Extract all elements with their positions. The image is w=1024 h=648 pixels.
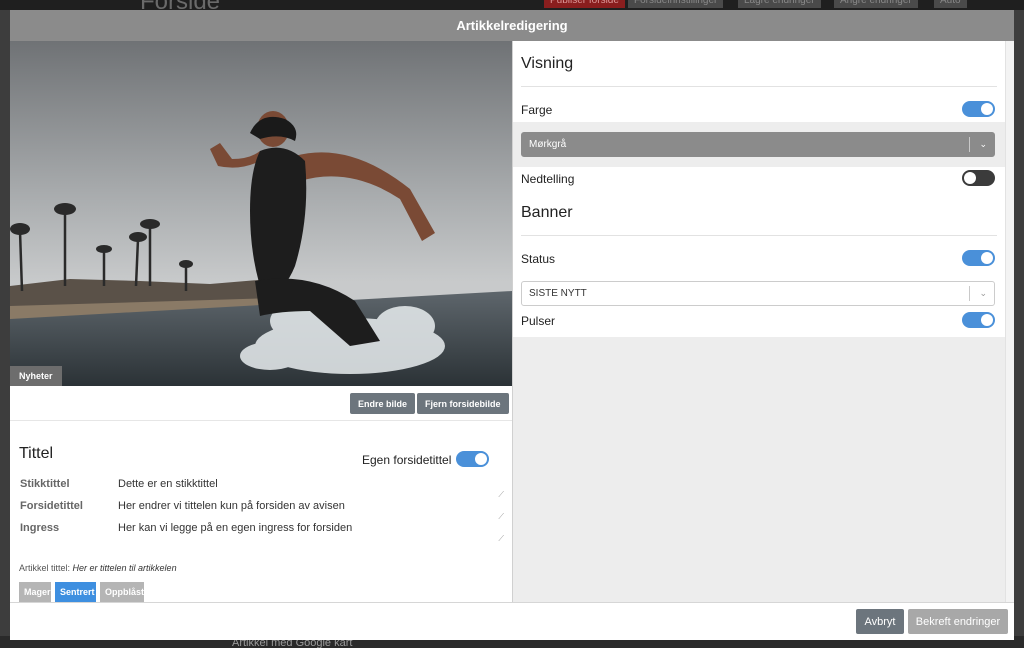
- background-save-button: Lagre endringer: [738, 0, 821, 8]
- kicker-field-row: Stikktittel Dette er en stikktittel ⟋: [19, 478, 504, 500]
- divider: [521, 235, 997, 236]
- settings-panel: Visning Farge Mørkgrå ⌄ Nedtelling Banne…: [513, 41, 1005, 337]
- style-oppblast-button[interactable]: Oppblåst: [100, 582, 144, 602]
- own-front-title-toggle[interactable]: [456, 451, 489, 467]
- own-front-title-label: Egen forsidetittel: [362, 453, 452, 467]
- background-toolbar: Forside Publiser forside Forsideinnstill…: [0, 0, 1024, 10]
- status-toggle[interactable]: [962, 250, 995, 266]
- article-title-value: Her er tittelen til artikkelen: [72, 563, 177, 573]
- style-sentrert-button[interactable]: Sentrert: [55, 582, 96, 602]
- ingress-label: Ingress: [20, 522, 60, 534]
- ingress-field-row: Ingress Her kan vi legge på en egen ingr…: [19, 522, 504, 544]
- left-column: Nyheter Endre bilde Fjern forsidebilde T…: [10, 41, 513, 602]
- visning-heading: Visning: [521, 55, 574, 72]
- confirm-changes-button[interactable]: Bekreft endringer: [908, 609, 1008, 634]
- background-undo-button: Angre endringer: [834, 0, 918, 8]
- farge-select-value: Mørkgrå: [529, 139, 567, 150]
- front-title-field-row: Forsidetittel Her endrer vi tittelen kun…: [19, 500, 504, 522]
- pulser-toggle[interactable]: [962, 312, 995, 328]
- front-title-label: Forsidetittel: [20, 500, 83, 512]
- resize-handle-icon[interactable]: ⟋: [498, 512, 504, 522]
- background-page-title: Forside: [140, 0, 220, 10]
- image-actions: Endre bilde Fjern forsidebilde: [10, 386, 512, 421]
- nedtelling-toggle[interactable]: [962, 170, 995, 186]
- background-settings-button: Forsideinnstillinger: [628, 0, 724, 8]
- nedtelling-label: Nedtelling: [521, 172, 575, 186]
- title-heading: Tittel: [19, 445, 54, 462]
- banner-heading: Banner: [521, 204, 573, 221]
- chevron-down-icon: ⌄: [979, 288, 987, 298]
- category-label: Nyheter: [10, 366, 62, 386]
- select-separator: [969, 286, 970, 301]
- cancel-button[interactable]: Avbryt: [856, 609, 904, 634]
- article-image: Nyheter: [10, 41, 512, 386]
- pulser-label: Pulser: [521, 314, 556, 328]
- article-editor-modal: Artikkelredigering Nyheter Endre bilde F…: [10, 10, 1014, 640]
- farge-toggle[interactable]: [962, 101, 995, 117]
- ingress-input[interactable]: Her kan vi legge på en egen ingress for …: [118, 522, 352, 534]
- style-mager-button[interactable]: Mager: [19, 582, 51, 602]
- kicker-input[interactable]: Dette er en stikktittel: [118, 478, 218, 490]
- front-title-input[interactable]: Her endrer vi tittelen kun på forsiden a…: [118, 500, 345, 512]
- modal-footer: Avbryt Bekreft endringer: [10, 602, 1014, 640]
- kicker-label: Stikktittel: [20, 478, 70, 490]
- resize-handle-icon[interactable]: ⟋: [498, 490, 504, 500]
- swimmer-photo: [10, 41, 512, 386]
- remove-front-image-button[interactable]: Fjern forsidebilde: [417, 393, 509, 414]
- resize-handle-icon[interactable]: ⟋: [498, 534, 504, 544]
- change-image-button[interactable]: Endre bilde: [350, 393, 416, 414]
- farge-label: Farge: [521, 103, 553, 117]
- chevron-down-icon: ⌄: [979, 139, 987, 149]
- modal-title: Artikkelredigering: [10, 10, 1014, 41]
- scrollbar[interactable]: [1005, 41, 1014, 602]
- article-title-info: Artikkel tittel: Her er tittelen til art…: [19, 563, 177, 573]
- status-select[interactable]: SISTE NYTT ⌄: [521, 281, 995, 306]
- background-publish-button: Publiser forside: [544, 0, 625, 8]
- right-column: Visning Farge Mørkgrå ⌄ Nedtelling Banne…: [513, 41, 1005, 602]
- status-label: Status: [521, 252, 556, 266]
- farge-select[interactable]: Mørkgrå ⌄: [521, 132, 995, 157]
- select-separator: [969, 137, 970, 152]
- divider: [521, 86, 997, 87]
- background-auto-button: Auto: [934, 0, 967, 8]
- status-select-value: SISTE NYTT: [529, 288, 587, 299]
- article-title-label: Artikkel tittel:: [19, 563, 71, 573]
